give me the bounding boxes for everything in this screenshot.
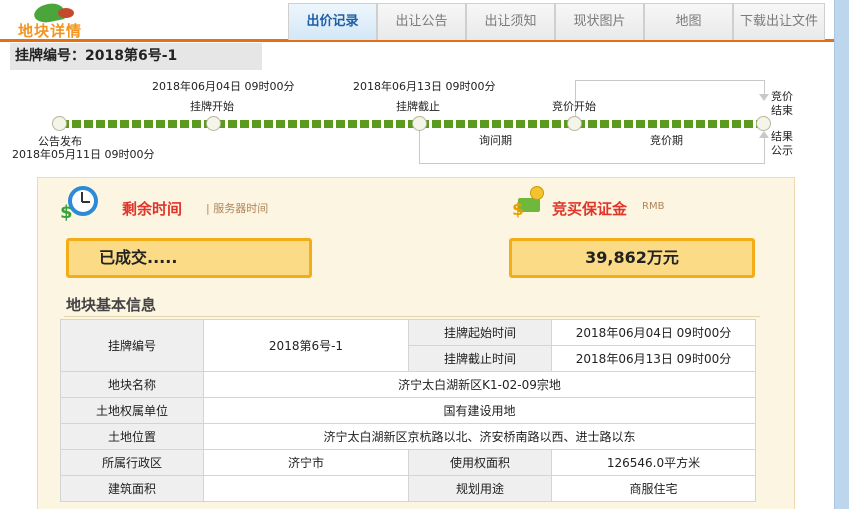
vertical-scrollbar[interactable] — [834, 0, 849, 509]
table-row: 建筑面积 规划用途 商服住宅 — [60, 475, 756, 502]
remaining-time-title: 剩余时间 — [122, 200, 183, 218]
inquiry-period-label: 询问期 — [479, 134, 512, 147]
timeline-node-listing-start — [206, 116, 221, 131]
basic-info-title: 地块基本信息 — [66, 296, 157, 314]
auction-timeline: 2018年06月04日 09时00分 挂牌开始 2018年06月13日 09时0… — [0, 72, 834, 172]
table-value: 国有建设用地 — [203, 397, 756, 424]
arrow-down-icon — [759, 94, 769, 101]
table-value: 126546.0平方米 — [551, 449, 756, 476]
bird-icon — [58, 8, 74, 18]
tab-bar: 出价记录 出让公告 出让须知 现状图片 地图 下载出让文件 — [288, 3, 825, 40]
timeline-connector — [764, 138, 765, 163]
tab-transfer-notice[interactable]: 出让公告 — [377, 3, 466, 40]
listing-start-label: 挂牌开始 — [190, 100, 234, 113]
table-value: 2018年06月13日 09时00分 — [551, 345, 756, 372]
tab-download-files[interactable]: 下载出让文件 — [733, 3, 825, 40]
table-label: 土地位置 — [60, 423, 204, 450]
table-value: 济宁市 — [203, 449, 409, 476]
lot-number-header: 挂牌编号：2018第6号-1 — [10, 43, 262, 70]
table-value: 济宁太白湖新区K1-02-09宗地 — [203, 371, 756, 398]
bidding-end-label: 竞价结束 — [771, 90, 793, 117]
tab-site-photos[interactable]: 现状图片 — [555, 3, 644, 40]
table-value — [203, 475, 409, 502]
table-value: 2018年06月04日 09时00分 — [551, 319, 756, 346]
currency-label: RMB — [642, 201, 665, 212]
result-label: 结果公示 — [771, 130, 793, 157]
money-icon: $ — [512, 184, 548, 222]
table-label: 地块名称 — [60, 371, 204, 398]
table-row: 所属行政区 济宁市 使用权面积 126546.0平方米 — [60, 449, 756, 476]
land-info-table: 挂牌编号 2018第6号-1 挂牌起始时间 2018年06月04日 09时00分… — [60, 319, 756, 502]
arrow-up-icon — [759, 131, 769, 138]
table-label: 土地权属单位 — [60, 397, 204, 424]
table-label: 挂牌起始时间 — [408, 319, 552, 346]
auction-status-box: 已成交..... — [66, 238, 312, 278]
table-label: 建筑面积 — [60, 475, 204, 502]
auction-panel: $ 剩余时间 | 服务器时间 $ 竞买保证金 RMB 已成交..... 39,8… — [37, 177, 795, 509]
table-row: 土地位置 济宁太白湖新区京杭路以北、济安桥南路以西、进士路以东 — [60, 423, 756, 450]
clock-icon: $ — [60, 186, 98, 223]
table-row: 地块名称 济宁太白湖新区K1-02-09宗地 — [60, 371, 756, 398]
table-label: 规划用途 — [408, 475, 552, 502]
bidding-start-label: 竞价开始 — [552, 100, 596, 113]
section-divider — [64, 316, 760, 317]
table-value: 2018第6号-1 — [203, 319, 409, 372]
table-row: 挂牌编号 2018第6号-1 挂牌起始时间 2018年06月04日 09时00分 — [60, 319, 756, 372]
listing-end-label: 挂牌截止 — [396, 100, 440, 113]
timeline-node-listing-end — [412, 116, 427, 131]
land-detail-page: 地块详情 出价记录 出让公告 出让须知 现状图片 地图 下载出让文件 挂牌编号：… — [0, 0, 834, 509]
timeline-connector — [575, 80, 765, 81]
tab-transfer-instructions[interactable]: 出让须知 — [466, 3, 555, 40]
announce-time: 2018年05月11日 09时00分 — [12, 148, 155, 161]
table-value: 济宁太白湖新区京杭路以北、济安桥南路以西、进士路以东 — [203, 423, 756, 450]
listing-start-time: 2018年06月04日 09时00分 — [152, 80, 295, 93]
deposit-amount-box: 39,862万元 — [509, 238, 755, 278]
table-row: 土地权属单位 国有建设用地 — [60, 397, 756, 424]
table-label: 所属行政区 — [60, 449, 204, 476]
timeline-node-bidding-end — [756, 116, 771, 131]
deposit-title: 竞买保证金 — [552, 200, 628, 218]
tab-bid-records[interactable]: 出价记录 — [288, 3, 377, 40]
logo: 地块详情 — [14, 1, 94, 40]
dollar-icon: $ — [60, 202, 73, 223]
logo-text: 地块详情 — [18, 22, 83, 40]
table-label: 挂牌截止时间 — [408, 345, 552, 372]
tab-map[interactable]: 地图 — [644, 3, 733, 40]
table-label: 挂牌编号 — [60, 319, 204, 372]
top-bar: 地块详情 出价记录 出让公告 出让须知 现状图片 地图 下载出让文件 — [0, 0, 834, 42]
timeline-node-announce — [52, 116, 67, 131]
timeline-connector — [419, 130, 420, 164]
server-time-label: | 服务器时间 — [206, 202, 269, 215]
timeline-node-bidding-start — [567, 116, 582, 131]
table-label: 使用权面积 — [408, 449, 552, 476]
timeline-connector — [419, 163, 765, 164]
bidding-period-label: 竞价期 — [650, 134, 683, 147]
table-value: 商服住宅 — [551, 475, 756, 502]
timeline-connector — [764, 80, 765, 95]
listing-end-time: 2018年06月13日 09时00分 — [353, 80, 496, 93]
